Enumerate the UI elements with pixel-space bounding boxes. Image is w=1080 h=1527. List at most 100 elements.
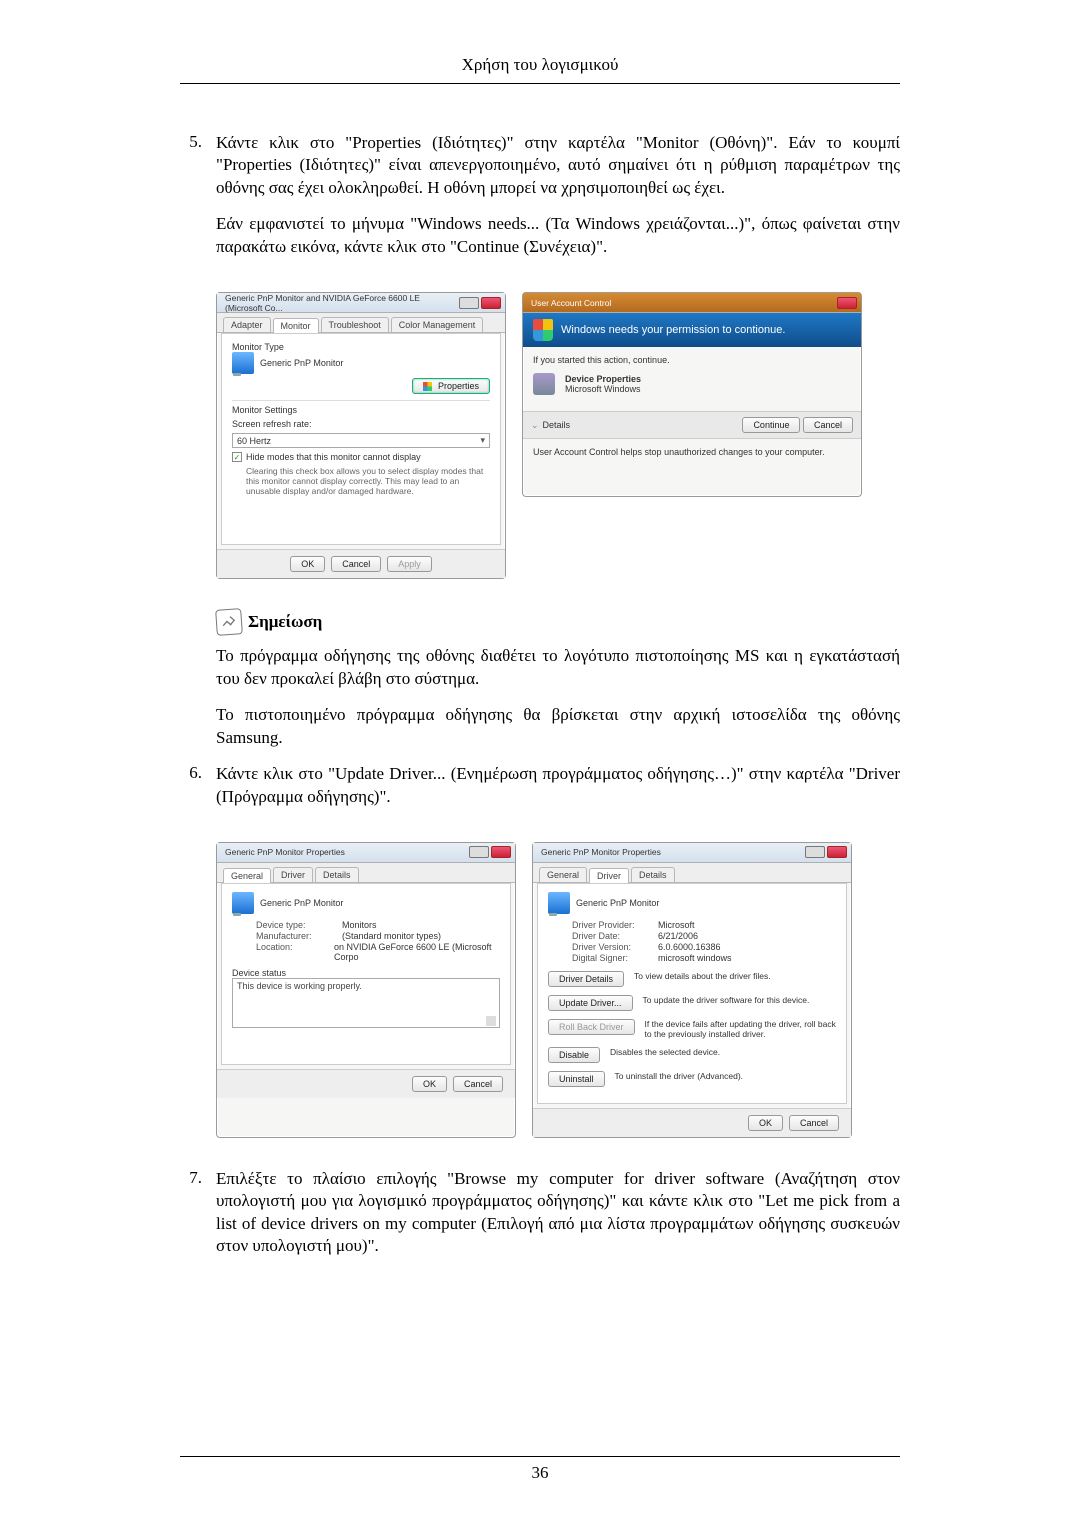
titlebar: Generic PnP Monitor Properties	[217, 843, 515, 863]
continue-button[interactable]: Continue	[742, 417, 800, 433]
device-properties-label: Device Properties	[565, 374, 641, 384]
device-name: Generic PnP Monitor	[260, 898, 343, 908]
close-button[interactable]	[837, 297, 857, 309]
provider-key: Driver Provider:	[572, 920, 652, 930]
signer-key: Digital Signer:	[572, 953, 652, 963]
uac-details-row: ⌄ Details Continue Cancel	[523, 411, 861, 439]
rollback-driver-button[interactable]: Roll Back Driver	[548, 1019, 635, 1035]
disable-button[interactable]: Disable	[548, 1047, 600, 1063]
ok-button[interactable]: OK	[412, 1076, 447, 1092]
tab-general[interactable]: General	[223, 868, 271, 883]
step5-para1: Κάντε κλικ στο "Properties (Ιδιότητες)" …	[216, 132, 900, 199]
tab-details[interactable]: Details	[315, 867, 359, 882]
uninstall-button[interactable]: Uninstall	[548, 1071, 605, 1087]
step-body: Επιλέξτε το πλαίσιο επιλογής "Browse my …	[216, 1168, 900, 1272]
step-number: 6.	[180, 763, 216, 822]
ok-button[interactable]: OK	[290, 556, 325, 572]
tab-strip: General Driver Details	[217, 863, 515, 883]
titlebar: User Account Control	[523, 293, 861, 313]
update-driver-button[interactable]: Update Driver...	[548, 995, 633, 1011]
window-title: User Account Control	[531, 298, 611, 308]
uac-dialog: User Account Control Windows needs your …	[522, 292, 862, 497]
uninstall-desc: To uninstall the driver (Advanced).	[615, 1071, 836, 1081]
tab-driver[interactable]: Driver	[273, 867, 313, 882]
date-val: 6/21/2006	[658, 931, 698, 941]
cancel-button[interactable]: Cancel	[803, 417, 853, 433]
monitor-icon	[548, 892, 570, 914]
step-number: 7.	[180, 1168, 216, 1272]
step-body: Κάντε κλικ στο "Update Driver... (Ενημέρ…	[216, 763, 900, 822]
note-block: Σημείωση	[216, 609, 900, 635]
tab-monitor[interactable]: Monitor	[273, 318, 319, 333]
publisher-label: Microsoft Windows	[565, 384, 641, 394]
version-key: Driver Version:	[572, 942, 652, 952]
tab-color-management[interactable]: Color Management	[391, 317, 484, 332]
uac-headline: Windows needs your permission to contion…	[561, 324, 785, 336]
tab-troubleshoot[interactable]: Troubleshoot	[321, 317, 389, 332]
refresh-rate-select[interactable]: 60 Hertz	[232, 433, 490, 448]
step-number: 5.	[180, 132, 216, 272]
cancel-button[interactable]: Cancel	[453, 1076, 503, 1092]
properties-button[interactable]: Properties	[412, 378, 490, 394]
tab-pane: Generic PnP Monitor Driver Provider:Micr…	[537, 883, 847, 1104]
help-button[interactable]	[459, 297, 479, 309]
disable-desc: Disables the selected device.	[610, 1047, 836, 1057]
note-icon	[215, 608, 243, 636]
properties-button-label: Properties	[438, 381, 479, 391]
date-key: Driver Date:	[572, 931, 652, 941]
tab-details[interactable]: Details	[631, 867, 675, 882]
close-button[interactable]	[491, 846, 511, 858]
window-title: Generic PnP Monitor and NVIDIA GeForce 6…	[225, 293, 459, 313]
monitor-properties-dialog: Generic PnP Monitor and NVIDIA GeForce 6…	[216, 292, 506, 579]
apply-button[interactable]: Apply	[387, 556, 432, 572]
details-toggle[interactable]: Details	[543, 420, 571, 430]
cancel-button[interactable]: Cancel	[789, 1115, 839, 1131]
hide-modes-desc: Clearing this check box allows you to se…	[246, 466, 490, 496]
scroll-handle[interactable]	[486, 1016, 496, 1026]
step-body: Κάντε κλικ στο "Properties (Ιδιότητες)" …	[216, 132, 900, 272]
update-driver-desc: To update the driver software for this d…	[643, 995, 836, 1005]
hide-modes-label: Hide modes that this monitor cannot disp…	[246, 452, 421, 462]
help-button[interactable]	[469, 846, 489, 858]
monitor-name: Generic PnP Monitor	[260, 358, 343, 368]
titlebar: Generic PnP Monitor Properties	[533, 843, 851, 863]
uac-headline-bar: Windows needs your permission to contion…	[523, 313, 861, 347]
signer-val: microsoft windows	[658, 953, 732, 963]
step7-para1: Επιλέξτε το πλαίσιο επιλογής "Browse my …	[216, 1168, 900, 1258]
close-button[interactable]	[827, 846, 847, 858]
close-button[interactable]	[481, 297, 501, 309]
chevron-down-icon: ⌄	[531, 420, 539, 431]
hide-modes-checkbox[interactable]: ✓	[232, 452, 242, 462]
device-status-text: This device is working properly.	[237, 981, 495, 991]
page-title: Χρήση του λογισμικού	[180, 55, 900, 75]
cancel-button[interactable]: Cancel	[331, 556, 381, 572]
tab-strip: General Driver Details	[533, 863, 851, 883]
manufacturer-key: Manufacturer:	[256, 931, 336, 941]
help-button[interactable]	[805, 846, 825, 858]
device-name: Generic PnP Monitor	[576, 898, 659, 908]
note-para1: Το πρόγραμμα οδήγησης της οθόνης διαθέτε…	[216, 645, 900, 690]
step5-para2: Εάν εμφανιστεί το μήνυμα "Windows needs.…	[216, 213, 900, 258]
tab-driver[interactable]: Driver	[589, 868, 629, 883]
tab-general[interactable]: General	[539, 867, 587, 882]
driver-details-button[interactable]: Driver Details	[548, 971, 624, 987]
tab-pane: Generic PnP Monitor Device type:Monitors…	[221, 883, 511, 1065]
device-status-textarea[interactable]: This device is working properly.	[232, 978, 500, 1028]
note-para2: Το πιστοποιημένο πρόγραμμα οδήγησης θα β…	[216, 704, 900, 749]
driver-details-desc: To view details about the driver files.	[634, 971, 836, 981]
tab-adapter[interactable]: Adapter	[223, 317, 271, 332]
uac-started-text: If you started this action, continue.	[533, 355, 851, 365]
shield-icon	[423, 382, 432, 391]
monitor-icon	[232, 892, 254, 914]
dialog-footer: OK Cancel Apply	[217, 549, 505, 578]
step-6: 6. Κάντε κλικ στο "Update Driver... (Ενη…	[180, 763, 900, 822]
monitor-icon	[232, 352, 254, 374]
manufacturer-val: (Standard monitor types)	[342, 931, 441, 941]
step6-para1: Κάντε κλικ στο "Update Driver... (Ενημέρ…	[216, 763, 900, 808]
page-number: 36	[0, 1463, 1080, 1483]
step-5: 5. Κάντε κλικ στο "Properties (Ιδιότητες…	[180, 132, 900, 272]
note-title: Σημείωση	[248, 612, 322, 632]
ok-button[interactable]: OK	[748, 1115, 783, 1131]
titlebar: Generic PnP Monitor and NVIDIA GeForce 6…	[217, 293, 505, 313]
refresh-rate-label: Screen refresh rate:	[232, 419, 490, 429]
